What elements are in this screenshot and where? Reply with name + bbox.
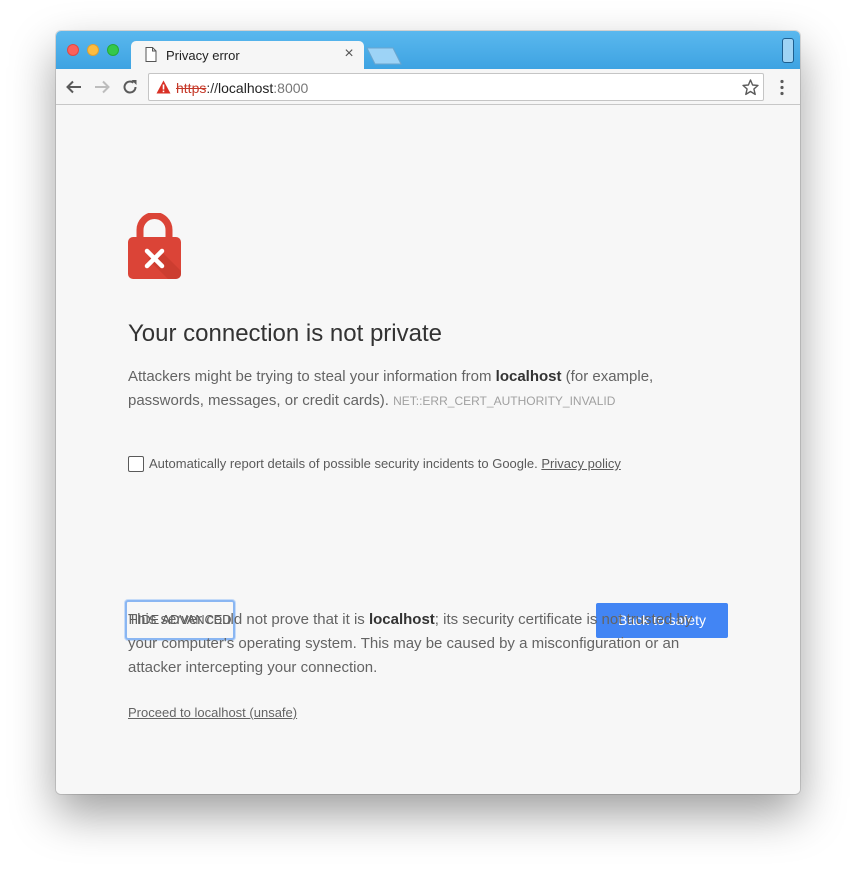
tab-title: Privacy error xyxy=(166,48,240,63)
toolbar: https://localhost:8000 xyxy=(56,69,800,105)
address-bar[interactable]: https://localhost:8000 xyxy=(148,73,764,101)
privacy-policy-link[interactable]: Privacy policy xyxy=(541,456,620,471)
tab-close-icon[interactable]: × xyxy=(341,46,357,62)
close-window-button[interactable] xyxy=(67,44,79,56)
report-label-text: Automatically report details of possible… xyxy=(149,456,542,471)
description-host: localhost xyxy=(495,368,562,385)
report-checkbox-label: Automatically report details of possible… xyxy=(149,456,621,471)
window-profile-button[interactable] xyxy=(782,38,794,63)
details-host: localhost xyxy=(368,611,435,628)
back-arrow-icon[interactable] xyxy=(65,78,83,96)
browser-window: Privacy error × https://localhost:8000 Y… xyxy=(56,31,800,794)
page-title: Your connection is not private xyxy=(128,320,442,347)
url-separator: :// xyxy=(206,80,219,96)
report-checkbox[interactable] xyxy=(128,456,144,472)
url-port: :8000 xyxy=(273,80,309,96)
description-text-before: Attackers might be trying to steal your … xyxy=(128,368,496,385)
title-bar: Privacy error × xyxy=(56,31,800,69)
new-tab-button[interactable] xyxy=(366,47,402,65)
forward-arrow-icon[interactable] xyxy=(93,78,111,96)
advanced-details: This server could not prove that it is l… xyxy=(128,608,718,680)
warning-icon xyxy=(156,80,171,94)
error-description: Attackers might be trying to steal your … xyxy=(128,365,688,413)
proceed-unsafe-link[interactable]: Proceed to localhost (unsafe) xyxy=(128,705,297,720)
details-text-before: This server could not prove that it is xyxy=(128,611,369,628)
minimize-window-button[interactable] xyxy=(87,44,99,56)
error-code: NET::ERR_CERT_AUTHORITY_INVALID xyxy=(393,394,616,408)
url-scheme: https xyxy=(176,80,207,96)
interstitial-page: Your connection is not private Attackers… xyxy=(56,106,800,794)
more-menu-icon[interactable] xyxy=(775,79,789,96)
reload-icon[interactable] xyxy=(121,78,139,96)
url-text: https://localhost:8000 xyxy=(176,80,308,96)
broken-lock-icon xyxy=(128,213,181,279)
tab-privacy-error[interactable]: Privacy error × xyxy=(131,41,364,69)
zoom-window-button[interactable] xyxy=(107,44,119,56)
bookmark-star-icon[interactable] xyxy=(742,79,759,96)
url-host: localhost xyxy=(218,80,274,96)
page-icon xyxy=(145,47,157,62)
